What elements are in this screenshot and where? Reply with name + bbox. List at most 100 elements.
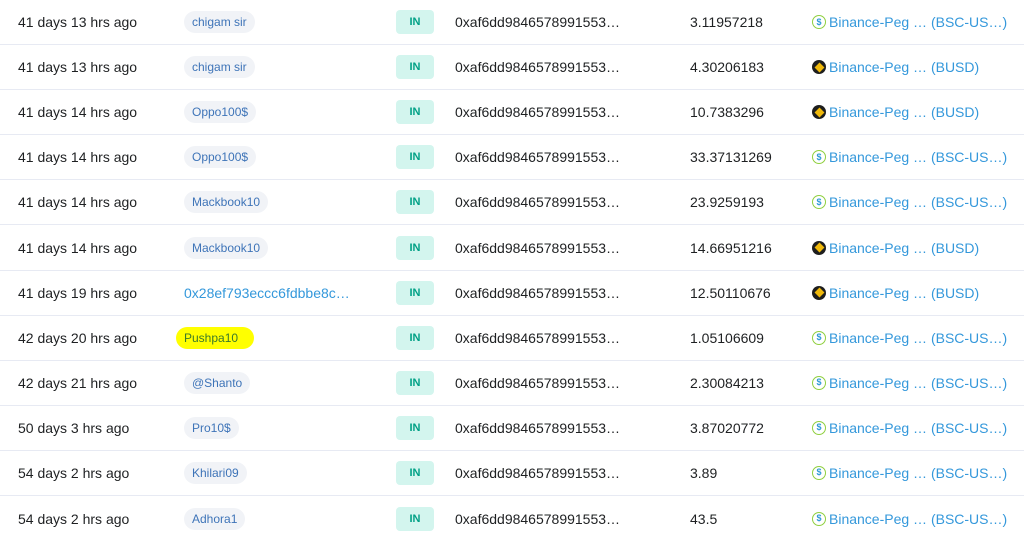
- direction-badge: IN: [396, 235, 434, 260]
- value-text: 3.89: [690, 464, 718, 481]
- token-link[interactable]: $ Binance-Peg … (BSC-US…): [812, 149, 1007, 165]
- table-row: 42 days 20 hrs ago Pushpa10 IN 0xaf6dd98…: [0, 316, 1024, 361]
- age-cell: 50 days 3 hrs ago: [18, 406, 129, 450]
- table-row: 41 days 14 hrs ago Oppo100$ IN 0xaf6dd98…: [0, 135, 1024, 181]
- direction-cell: IN: [396, 496, 434, 541]
- direction-badge: IN: [396, 190, 434, 215]
- to-cell: 0xaf6dd9846578991553…: [455, 180, 620, 224]
- value-text: 10.7383296: [690, 104, 764, 121]
- value-cell: 33.37131269: [690, 135, 772, 179]
- table-row: 41 days 13 hrs ago chigam sir IN 0xaf6dd…: [0, 45, 1024, 91]
- from-cell: Adhora1: [184, 496, 246, 541]
- direction-badge: IN: [396, 145, 434, 170]
- to-cell: 0xaf6dd9846578991553…: [455, 225, 620, 269]
- to-cell: 0xaf6dd9846578991553…: [455, 406, 620, 450]
- from-address[interactable]: chigam sir: [184, 11, 255, 34]
- token-cell: $ Binance-Peg … (BSC-US…): [812, 135, 1007, 179]
- token-name: Binance-Peg … (BUSD): [829, 104, 980, 121]
- value-cell: 2.30084213: [690, 361, 764, 405]
- token-name: Binance-Peg … (BSC-US…): [829, 419, 1008, 436]
- from-address[interactable]: Mackbook10: [184, 191, 269, 214]
- value-text: 12.50110676: [690, 284, 771, 301]
- token-link[interactable]: $ Binance-Peg … (BSC-US…): [812, 420, 1007, 436]
- age-text: 41 days 14 hrs ago: [18, 149, 138, 166]
- age-cell: 41 days 14 hrs ago: [18, 90, 137, 134]
- age-text: 54 days 2 hrs ago: [18, 464, 130, 481]
- direction-badge: IN: [396, 415, 434, 440]
- token-cell: Binance-Peg … (BUSD): [812, 45, 979, 89]
- age-text: 41 days 19 hrs ago: [18, 284, 138, 301]
- age-cell: 42 days 20 hrs ago: [18, 316, 137, 360]
- token-cell: Binance-Peg … (BUSD): [812, 225, 979, 269]
- to-cell: 0xaf6dd9846578991553…: [455, 45, 620, 89]
- table-row: 41 days 13 hrs ago chigam sir IN 0xaf6dd…: [0, 0, 1024, 46]
- age-cell: 42 days 21 hrs ago: [18, 361, 137, 405]
- to-address: 0xaf6dd9846578991553…: [455, 284, 621, 301]
- direction-cell: IN: [396, 361, 434, 405]
- value-text: 33.37131269: [690, 149, 772, 166]
- token-name: Binance-Peg … (BSC-US…): [829, 464, 1008, 481]
- token-link[interactable]: $ Binance-Peg … (BSC-US…): [812, 14, 1007, 30]
- from-address[interactable]: Oppo100$: [184, 146, 257, 169]
- token-name: Binance-Peg … (BSC-US…): [829, 510, 1008, 527]
- age-cell: 54 days 2 hrs ago: [18, 496, 129, 541]
- token-link[interactable]: $ Binance-Peg … (BSC-US…): [812, 465, 1007, 481]
- token-link[interactable]: Binance-Peg … (BUSD): [812, 59, 979, 75]
- token-cell: $ Binance-Peg … (BSC-US…): [812, 180, 1007, 224]
- bsc-usd-icon: $: [812, 511, 826, 526]
- from-cell: Pro10$: [184, 406, 239, 450]
- from-address[interactable]: Khilari09: [184, 461, 247, 484]
- bsc-usd-icon: $: [812, 330, 826, 345]
- from-cell: Oppo100$: [184, 90, 257, 134]
- value-text: 14.66951216: [690, 239, 772, 256]
- from-cell: Mackbook10: [184, 180, 269, 224]
- direction-cell: IN: [396, 451, 434, 495]
- from-address[interactable]: Adhora1: [184, 507, 246, 530]
- token-link[interactable]: Binance-Peg … (BUSD): [812, 104, 979, 120]
- table-row: 41 days 14 hrs ago Mackbook10 IN 0xaf6dd…: [0, 225, 1024, 271]
- value-text: 43.5: [690, 510, 718, 527]
- token-cell: $ Binance-Peg … (BSC-US…): [812, 361, 1007, 405]
- to-cell: 0xaf6dd9846578991553…: [455, 451, 620, 495]
- age-text: 41 days 14 hrs ago: [18, 239, 138, 256]
- from-address[interactable]: @Shanto: [184, 371, 251, 394]
- age-text: 41 days 13 hrs ago: [18, 59, 138, 76]
- age-text: 41 days 14 hrs ago: [18, 104, 138, 121]
- value-cell: 14.66951216: [690, 225, 772, 269]
- to-address: 0xaf6dd9846578991553…: [455, 194, 621, 211]
- token-link[interactable]: Binance-Peg … (BUSD): [812, 240, 979, 256]
- token-link[interactable]: $ Binance-Peg … (BSC-US…): [812, 194, 1007, 210]
- to-address: 0xaf6dd9846578991553…: [455, 374, 621, 391]
- from-address[interactable]: Oppo100$: [184, 101, 257, 124]
- to-address: 0xaf6dd9846578991553…: [455, 464, 621, 481]
- age-cell: 41 days 14 hrs ago: [18, 225, 137, 269]
- direction-badge: IN: [396, 325, 434, 350]
- direction-cell: IN: [396, 135, 434, 179]
- token-link[interactable]: Binance-Peg … (BUSD): [812, 285, 979, 301]
- direction-cell: IN: [396, 180, 434, 224]
- age-cell: 41 days 13 hrs ago: [18, 45, 137, 89]
- age-text: 42 days 20 hrs ago: [18, 329, 138, 346]
- from-address[interactable]: Mackbook10: [184, 236, 269, 259]
- direction-badge: IN: [396, 506, 434, 531]
- table-row: 41 days 19 hrs ago 0x28ef793eccc6fdbbe8c…: [0, 271, 1024, 316]
- from-address[interactable]: Pushpa10: [176, 326, 255, 349]
- token-name: Binance-Peg … (BSC-US…): [829, 194, 1008, 211]
- token-link[interactable]: $ Binance-Peg … (BSC-US…): [812, 511, 1007, 527]
- from-address[interactable]: Pro10$: [184, 416, 239, 439]
- to-cell: 0xaf6dd9846578991553…: [455, 90, 620, 134]
- bsc-usd-icon: $: [812, 465, 826, 480]
- to-cell: 0xaf6dd9846578991553…: [455, 361, 620, 405]
- token-link[interactable]: $ Binance-Peg … (BSC-US…): [812, 330, 1007, 346]
- to-address: 0xaf6dd9846578991553…: [455, 329, 621, 346]
- direction-cell: IN: [396, 316, 434, 360]
- from-address[interactable]: 0x28ef793eccc6fdbbe8c…: [184, 285, 350, 301]
- token-link[interactable]: $ Binance-Peg … (BSC-US…): [812, 375, 1007, 391]
- to-address: 0xaf6dd9846578991553…: [455, 419, 621, 436]
- value-text: 1.05106609: [690, 329, 764, 346]
- token-name: Binance-Peg … (BSC-US…): [829, 14, 1008, 31]
- age-cell: 41 days 13 hrs ago: [18, 0, 137, 44]
- bsc-usd-icon: $: [812, 375, 826, 390]
- from-address[interactable]: chigam sir: [184, 56, 255, 79]
- direction-badge: IN: [396, 10, 434, 35]
